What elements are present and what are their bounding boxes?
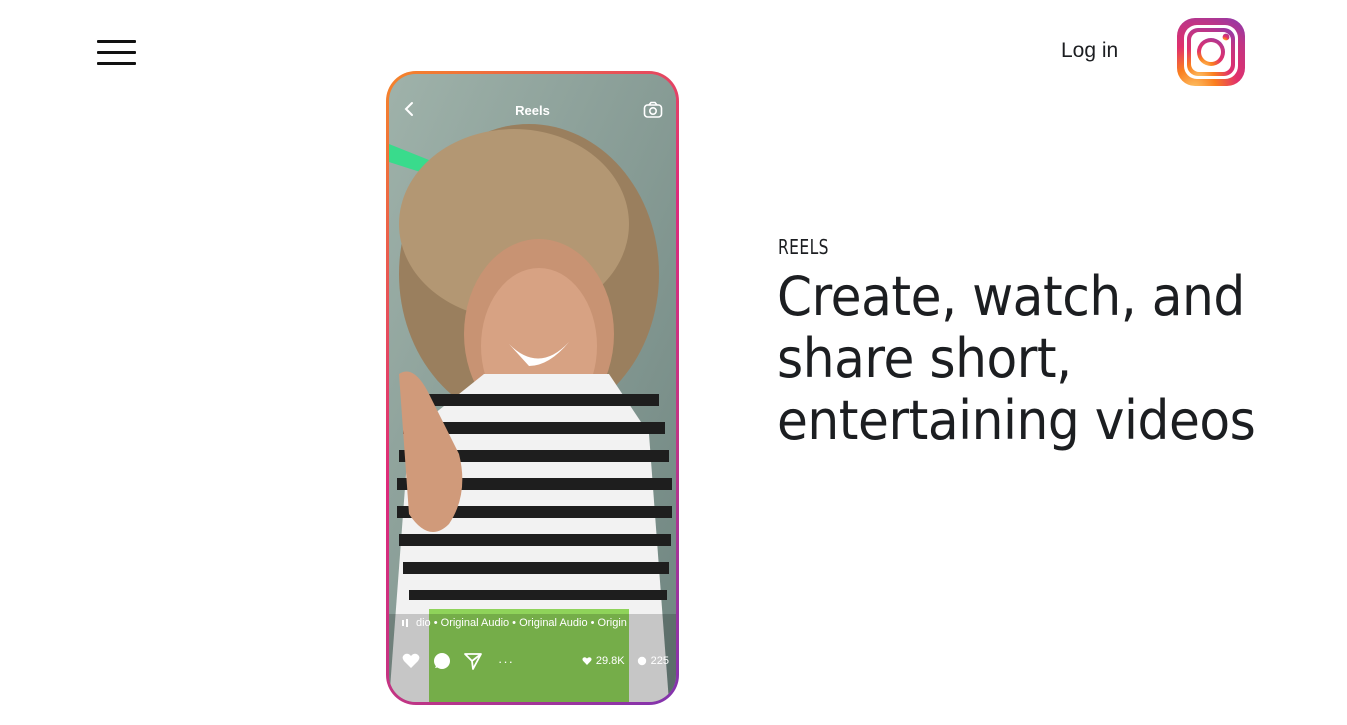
login-link[interactable]: Log in — [1061, 39, 1118, 63]
more-options-icon[interactable]: ··· — [498, 654, 514, 669]
reels-top-bar: Reels — [389, 74, 676, 124]
comments-bubble-icon — [637, 656, 646, 666]
likes-count: 29.8K — [595, 655, 625, 667]
hamburger-menu-icon[interactable] — [97, 40, 137, 66]
likes-heart-icon — [582, 657, 592, 665]
audio-text: dio • Original Audio • Original Audio • … — [416, 617, 627, 629]
audio-icon — [402, 619, 408, 627]
menu-line — [97, 40, 136, 43]
menu-line — [97, 62, 136, 65]
share-icon[interactable] — [463, 651, 483, 671]
reel-stats: 29.8K 225 — [582, 655, 669, 667]
page: Log in Reels dio • Original Audio • Orig… — [0, 0, 1347, 725]
heart-icon[interactable] — [401, 651, 421, 671]
reel-actions: ··· 29.8K 225 — [401, 650, 669, 672]
headline: Create, watch, and share short, entertai… — [777, 265, 1256, 452]
comments-count: 225 — [650, 655, 669, 667]
instagram-logo[interactable] — [1175, 16, 1247, 88]
camera-icon[interactable] — [643, 101, 663, 119]
reels-video-scene — [389, 74, 676, 702]
reels-title: Reels — [515, 103, 550, 118]
reels-video[interactable]: Reels dio • Original Audio • Original Au… — [389, 74, 676, 702]
comment-icon[interactable] — [432, 651, 452, 671]
phone-mockup: Reels dio • Original Audio • Original Au… — [386, 71, 679, 705]
menu-line — [97, 51, 136, 54]
original-audio-ticker[interactable]: dio • Original Audio • Original Audio • … — [401, 617, 671, 629]
section-label: REELS — [778, 235, 829, 259]
